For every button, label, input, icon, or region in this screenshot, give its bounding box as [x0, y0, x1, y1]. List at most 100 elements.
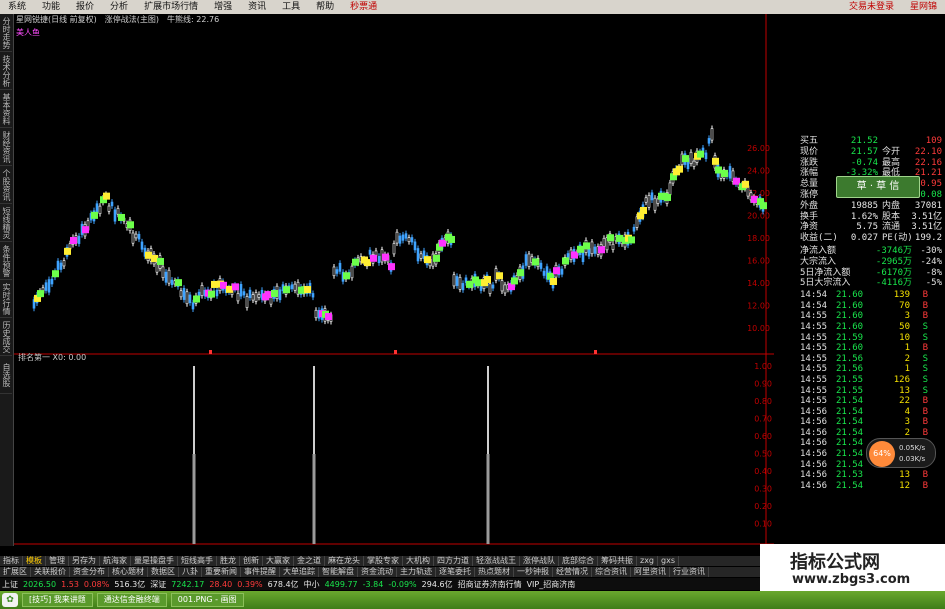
vtab-stock-news[interactable]: 个股资讯: [0, 166, 12, 204]
candle-body: [455, 276, 459, 286]
indicator-name[interactable]: 涨停战法(主图): [105, 14, 159, 26]
tab-item[interactable]: 指标: [0, 556, 23, 566]
tick-row: 14:56 21.53 13 B: [800, 470, 945, 481]
tab-item[interactable]: 关联报价: [31, 567, 70, 577]
tab-item[interactable]: 模板: [23, 556, 46, 566]
tick-time: 14:56: [800, 427, 828, 438]
stock-name-tab[interactable]: 星网锦: [902, 0, 945, 14]
tab-item[interactable]: 逐笔委托: [436, 567, 475, 577]
menu-system[interactable]: 系统: [0, 0, 34, 14]
tick-row: 14:55 21.55 126 S: [800, 375, 945, 386]
task-item-2[interactable]: 通达信金融终端: [96, 593, 167, 607]
menu-info[interactable]: 资讯: [240, 0, 274, 14]
tab-item[interactable]: 轻涨战战王: [473, 556, 520, 566]
tab-item[interactable]: 资金分布: [70, 567, 109, 577]
tick-row: 14:54 21.60 139 B: [800, 290, 945, 301]
status-item: 678.4亿: [267, 579, 299, 589]
vtab-fundamentals[interactable]: 基本资料: [0, 90, 12, 128]
tab-item[interactable]: 量是操盘手: [131, 556, 178, 566]
menu-special[interactable]: 秒票通: [342, 0, 385, 14]
vtab-technical[interactable]: 技术分析: [0, 52, 12, 90]
signal-marker: [193, 295, 200, 303]
tab-item[interactable]: 行业资讯: [670, 567, 709, 577]
signal-marker: [532, 258, 539, 266]
signal-marker: [550, 277, 557, 285]
tick-row: 14:56 21.54 3 B: [800, 417, 945, 428]
menu-enhance[interactable]: 增强: [206, 0, 240, 14]
tab-item[interactable]: 底部综合: [559, 556, 598, 566]
tab-item[interactable]: 掌股专家: [364, 556, 403, 566]
vtab-intraday[interactable]: 分时走势: [0, 14, 12, 52]
menu-tools[interactable]: 工具: [274, 0, 308, 14]
tab-item[interactable]: 金之道: [294, 556, 325, 566]
tab-item[interactable]: 热点题材: [475, 567, 514, 577]
tab-item[interactable]: zxg: [637, 556, 659, 566]
status-item: 0.08%: [83, 579, 110, 589]
tab-item[interactable]: 阿里资讯: [631, 567, 670, 577]
tab-item[interactable]: 四方力道: [434, 556, 473, 566]
tab-item[interactable]: 一秒钟报: [514, 567, 553, 577]
candle-body: [704, 152, 708, 160]
menu-analysis[interactable]: 分析: [102, 0, 136, 14]
candle-body: [647, 195, 651, 208]
kline-chart[interactable]: 26.0024.0022.0020.0018.0016.0014.0012.00…: [14, 14, 774, 546]
candle-body: [62, 260, 66, 267]
tab-item[interactable]: 经营情况: [553, 567, 592, 577]
tab-item[interactable]: 短线高手: [178, 556, 217, 566]
tab-item[interactable]: gxs: [658, 556, 679, 566]
menu-help[interactable]: 帮助: [308, 0, 342, 14]
candle-body: [182, 288, 186, 300]
watermark-url: www.zbgs3.com: [792, 572, 911, 587]
tab-item[interactable]: 大单追踪: [280, 567, 319, 577]
tab-item[interactable]: 胜龙: [217, 556, 240, 566]
tab-item[interactable]: 航海家: [100, 556, 131, 566]
tab-item[interactable]: 数据区: [148, 567, 179, 577]
vtab-history[interactable]: 历史成交: [0, 318, 12, 356]
candle-body: [710, 128, 714, 141]
tab-item[interactable]: 事件提醒: [241, 567, 280, 577]
tab-item[interactable]: 筹码共振: [598, 556, 637, 566]
tick-time: 14:56: [800, 417, 828, 428]
vtab-alerts[interactable]: 条件预警: [0, 242, 12, 280]
status-item: -3.84: [362, 579, 384, 589]
candle-body: [170, 279, 174, 286]
tick-price: 21.54: [836, 417, 864, 428]
menu-extended-market[interactable]: 扩展市场行情: [136, 0, 206, 14]
tab-item[interactable]: 八卦: [179, 567, 202, 577]
tab-item[interactable]: 主力轨迹: [397, 567, 436, 577]
task-item-3[interactable]: 001.PNG - 画图: [170, 593, 244, 607]
task-item-1[interactable]: [技巧] 我来讲题: [22, 593, 93, 607]
vtab-realtime[interactable]: 实时行情: [0, 280, 12, 318]
signal-marker: [664, 193, 671, 201]
tab-item[interactable]: 管理: [46, 556, 69, 566]
candle-body: [398, 235, 402, 244]
tick-row: 14:55 21.60 1 B: [800, 343, 945, 354]
tab-item[interactable]: 资金流动: [358, 567, 397, 577]
tab-item[interactable]: 涨停战队: [520, 556, 559, 566]
vtab-short-term[interactable]: 短线精灵: [0, 204, 12, 242]
tick-side: B: [922, 427, 928, 438]
vtab-finance-news[interactable]: 财经资讯: [0, 128, 12, 166]
tab-item[interactable]: 智能解盘: [319, 567, 358, 577]
trade-login[interactable]: 交易未登录: [841, 0, 902, 14]
tab-item[interactable]: 重要新闻: [202, 567, 241, 577]
quote-value: 19885: [850, 200, 878, 211]
ad-badge[interactable]: 草 · 草 信: [836, 176, 920, 198]
tick-volume: 1: [904, 364, 910, 375]
tab-item[interactable]: 大赢家: [263, 556, 294, 566]
tab-item[interactable]: 大机构: [403, 556, 434, 566]
tick-price: 21.56: [836, 353, 864, 364]
tab-item[interactable]: 麻在龙头: [325, 556, 364, 566]
candle-body: [479, 285, 483, 291]
menu-quote[interactable]: 报价: [68, 0, 102, 14]
vtab-watchlist[interactable]: 自选股: [0, 356, 12, 394]
tab-item[interactable]: 综合资讯: [592, 567, 631, 577]
candle-body: [131, 232, 135, 244]
menu-function[interactable]: 功能: [34, 0, 68, 14]
tab-item[interactable]: 扩展区: [0, 567, 31, 577]
start-button[interactable]: ✿: [2, 593, 18, 607]
tab-item[interactable]: 核心题材: [109, 567, 148, 577]
candle-body: [413, 241, 417, 251]
tab-item[interactable]: 创新: [240, 556, 263, 566]
tab-item[interactable]: 另存为: [69, 556, 100, 566]
